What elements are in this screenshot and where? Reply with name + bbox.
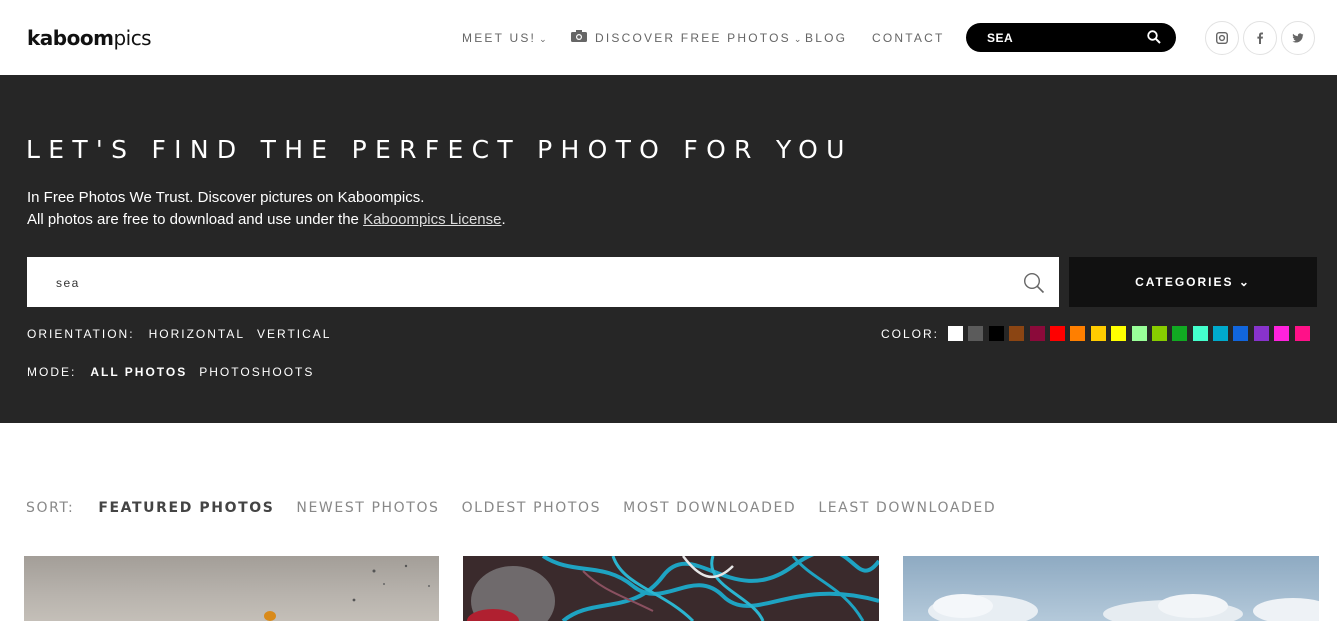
mode-label: MODE: bbox=[27, 365, 77, 379]
license-link[interactable]: Kaboompics License bbox=[363, 211, 501, 228]
hero-title: LET'S FIND THE PERFECT PHOTO FOR YOU bbox=[26, 135, 853, 164]
orientation-horizontal[interactable]: HORIZONTAL bbox=[149, 327, 245, 341]
intro-line-2: All photos are free to download and use … bbox=[27, 211, 506, 228]
sort-featured[interactable]: FEATURED PHOTOS bbox=[98, 500, 274, 516]
nav-meet-us[interactable]: MEET US! ⌄ bbox=[462, 31, 547, 45]
twitter-icon bbox=[1292, 33, 1304, 43]
chevron-down-icon: ⌄ bbox=[539, 34, 547, 44]
photo-sand-image bbox=[264, 564, 430, 621]
sort-oldest[interactable]: OLDEST PHOTOS bbox=[462, 500, 602, 516]
color-swatch[interactable] bbox=[1009, 326, 1025, 341]
color-swatches bbox=[948, 326, 1315, 341]
color-swatch[interactable] bbox=[1090, 326, 1106, 341]
hero-intro: In Free Photos We Trust. Discover pictur… bbox=[27, 187, 506, 231]
mode-filter: MODE: ALL PHOTOS PHOTOSHOOTS bbox=[27, 365, 326, 379]
color-swatch[interactable] bbox=[1029, 326, 1045, 341]
color-swatch[interactable] bbox=[1070, 326, 1086, 341]
site-logo[interactable]: kaboompics bbox=[27, 26, 152, 50]
sort-most-downloaded[interactable]: MOST DOWNLOADED bbox=[623, 500, 796, 516]
photo-thumbnail[interactable] bbox=[463, 556, 879, 621]
color-swatch[interactable] bbox=[1151, 326, 1167, 341]
header-search-input[interactable]: SEA bbox=[966, 23, 1176, 52]
hero-section: LET'S FIND THE PERFECT PHOTO FOR YOU In … bbox=[0, 75, 1337, 423]
color-label: COLOR: bbox=[881, 327, 940, 341]
color-swatch[interactable] bbox=[1049, 326, 1065, 341]
color-swatch[interactable] bbox=[948, 326, 963, 341]
color-swatch[interactable] bbox=[1213, 326, 1229, 341]
search-icon[interactable] bbox=[1023, 272, 1045, 294]
orientation-vertical[interactable]: VERTICAL bbox=[257, 327, 331, 341]
sort-newest[interactable]: NEWEST PHOTOS bbox=[296, 500, 439, 516]
nav-blog[interactable]: BLOG bbox=[805, 31, 847, 45]
nav-discover-free-photos[interactable]: DISCOVER FREE PHOTOS ⌄ bbox=[595, 31, 801, 45]
color-swatch[interactable] bbox=[1294, 326, 1310, 341]
search-icon[interactable] bbox=[1147, 30, 1161, 44]
color-swatch[interactable] bbox=[1274, 326, 1290, 341]
categories-button[interactable]: CATEGORIES ⌄ bbox=[1069, 257, 1317, 307]
site-header: kaboompics MEET US! ⌄ DISCOVER FREE PHOTO… bbox=[0, 0, 1337, 75]
sort-least-downloaded[interactable]: LEAST DOWNLOADED bbox=[818, 500, 996, 516]
facebook-button[interactable] bbox=[1243, 21, 1277, 55]
facebook-icon bbox=[1257, 32, 1263, 44]
color-swatch[interactable] bbox=[988, 326, 1004, 341]
nav-contact[interactable]: CONTACT bbox=[872, 31, 945, 45]
photo-thumbnail[interactable] bbox=[24, 556, 439, 621]
instagram-icon bbox=[1215, 31, 1229, 45]
mode-photoshoots[interactable]: PHOTOSHOOTS bbox=[199, 365, 314, 379]
main-search-input[interactable]: sea bbox=[27, 257, 1059, 307]
chevron-down-icon: ⌄ bbox=[1238, 275, 1251, 289]
intro-line-1: In Free Photos We Trust. Discover pictur… bbox=[27, 189, 425, 206]
twitter-button[interactable] bbox=[1281, 21, 1315, 55]
color-swatch[interactable] bbox=[1253, 326, 1269, 341]
color-swatch[interactable] bbox=[1192, 326, 1208, 341]
orientation-filter: ORIENTATION: HORIZONTAL VERTICAL bbox=[27, 327, 343, 341]
sort-label: SORT: bbox=[26, 500, 75, 516]
orientation-label: ORIENTATION: bbox=[27, 327, 135, 341]
camera-icon bbox=[571, 30, 587, 42]
color-swatch[interactable] bbox=[1111, 326, 1127, 341]
photo-sky-image bbox=[928, 594, 1319, 621]
photo-thumbnail[interactable] bbox=[903, 556, 1319, 621]
photo-rope-image bbox=[467, 556, 879, 621]
color-swatch[interactable] bbox=[1172, 326, 1188, 341]
instagram-button[interactable] bbox=[1205, 21, 1239, 55]
mode-all-photos[interactable]: ALL PHOTOS bbox=[90, 365, 187, 379]
color-swatch[interactable] bbox=[1131, 326, 1147, 341]
color-swatch[interactable] bbox=[1233, 326, 1249, 341]
sort-bar: SORT: FEATURED PHOTOS NEWEST PHOTOS OLDEST … bbox=[26, 500, 1018, 516]
chevron-down-icon: ⌄ bbox=[793, 34, 802, 44]
color-swatch[interactable] bbox=[968, 326, 984, 341]
